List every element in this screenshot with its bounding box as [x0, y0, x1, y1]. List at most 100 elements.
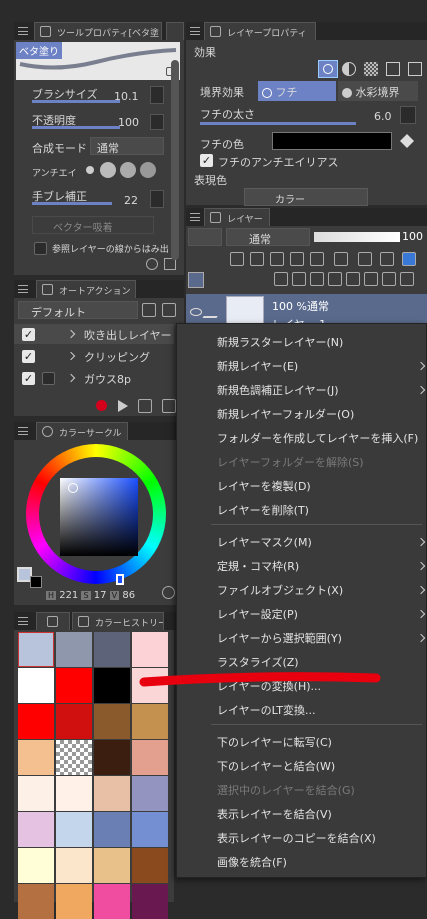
action-dialog-checkbox[interactable] [42, 372, 55, 385]
color-swatch[interactable] [132, 632, 168, 667]
reset-icon[interactable] [146, 258, 158, 270]
action-row[interactable]: ✓ 吹き出しレイヤー [14, 324, 174, 344]
menu-item[interactable]: 定規・コマ枠(R) [217, 558, 299, 574]
tab-color-history[interactable]: カラーヒストリー [72, 612, 164, 630]
menu-item[interactable]: レイヤーを複製(D) [217, 478, 311, 494]
menu-icon[interactable] [190, 27, 200, 35]
palette-color-icon[interactable] [380, 252, 394, 266]
color-swatch[interactable] [94, 704, 130, 739]
border-antialias-checkbox[interactable]: ✓ [200, 154, 213, 167]
action-row[interactable]: ✓ クリッピング [14, 346, 174, 366]
layer-opacity-value[interactable]: 100 [402, 230, 423, 243]
menu-icon[interactable] [190, 213, 200, 221]
fuchi-button[interactable]: フチ [258, 81, 336, 101]
color-swatch[interactable] [94, 740, 130, 775]
layer-blend-select[interactable]: 通常 [226, 228, 310, 246]
menu-item[interactable]: レイヤーのLT変換... [217, 702, 316, 718]
screentone-icon[interactable] [364, 62, 378, 76]
color-swatch[interactable] [132, 740, 168, 775]
menu-item[interactable]: 下のレイヤーに転写(C) [217, 734, 332, 750]
tab-sub-tool-detail[interactable] [166, 22, 184, 40]
layer-color-select[interactable] [188, 228, 222, 246]
menu-item[interactable]: レイヤーを削除(T) [217, 502, 309, 518]
menu-item[interactable]: 表示レイヤーを結合(V) [217, 806, 332, 822]
hand-correct-value[interactable]: 22 [124, 194, 138, 207]
menu-item[interactable]: 新規ラスターレイヤー(N) [217, 334, 343, 350]
action-enable-checkbox[interactable]: ✓ [22, 350, 35, 363]
action-row[interactable]: ✓ ガウス8p [14, 368, 174, 388]
tab-layer-property[interactable]: レイヤープロパティ [204, 22, 316, 40]
action-set-select[interactable]: デフォルト [18, 301, 138, 319]
color-swatch[interactable] [56, 848, 92, 883]
blend-mode-select[interactable]: 通常 [90, 137, 164, 155]
chevron-down-icon[interactable] [150, 190, 164, 208]
color-swatch[interactable] [18, 704, 54, 739]
chevron-right-icon[interactable] [66, 329, 76, 339]
trash-icon[interactable] [400, 272, 414, 286]
color-swatch[interactable] [56, 632, 92, 667]
opacity-slider[interactable] [32, 126, 120, 129]
color-swatch[interactable] [132, 848, 168, 883]
tab-tool-property[interactable]: ツールプロパティ[ベタ塗 [34, 22, 162, 40]
antialias-mid-icon[interactable] [120, 162, 136, 178]
expression-color-select[interactable]: カラー [244, 188, 368, 206]
watercolor-button[interactable]: 水彩境界 [338, 81, 418, 101]
menu-item[interactable]: 新規色調補正レイヤー(J) [217, 382, 339, 398]
brush-size-value[interactable]: 10.1 [114, 90, 139, 103]
color-swatch[interactable] [94, 776, 130, 811]
play-icon[interactable] [118, 400, 128, 412]
reference-layer-icon[interactable] [250, 252, 264, 266]
color-swatch[interactable] [94, 812, 130, 847]
chevron-right-icon[interactable] [66, 351, 76, 361]
thickness-slider[interactable] [200, 122, 356, 125]
opacity-value[interactable]: 100 [118, 116, 139, 129]
new-action-icon[interactable] [142, 303, 156, 317]
color-swatch[interactable] [132, 812, 168, 847]
antialias-strong-icon[interactable] [140, 162, 156, 178]
tab-auto-action[interactable]: オートアクション [36, 280, 136, 298]
tab-color-set[interactable] [36, 612, 70, 630]
chevron-down-icon[interactable] [400, 106, 416, 124]
color-swatch[interactable] [18, 632, 54, 667]
color-swatch[interactable] [18, 812, 54, 847]
vector-snap-button[interactable]: ベクター吸着 [32, 216, 154, 234]
menu-icon[interactable] [18, 427, 28, 435]
color-swatch[interactable] [56, 776, 92, 811]
play-circle-icon[interactable] [162, 586, 175, 599]
menu-icon[interactable] [18, 617, 28, 625]
new-vector-layer-icon[interactable] [292, 272, 306, 286]
menu-item[interactable]: 新規レイヤーフォルダー(O) [217, 406, 354, 422]
layer-list-toggle-icon[interactable] [188, 272, 204, 288]
color-swatch[interactable] [18, 776, 54, 811]
lock-alpha-icon[interactable] [310, 252, 324, 266]
color-swatch[interactable] [18, 848, 54, 883]
menu-item[interactable]: レイヤーから選択範囲(Y) [217, 630, 342, 646]
hand-correct-slider[interactable] [32, 202, 112, 205]
menu-item[interactable]: 画像を統合(F) [217, 854, 287, 870]
paint-bucket-icon[interactable] [400, 134, 414, 148]
tab-color-circle[interactable]: カラーサークル [36, 422, 128, 440]
menu-item[interactable]: レイヤー設定(P) [217, 606, 298, 622]
antialias-none-icon[interactable] [86, 166, 94, 174]
color-swatch[interactable] [132, 776, 168, 811]
menu-item[interactable]: レイヤーマスク(M) [217, 534, 312, 550]
scrollbar[interactable] [171, 60, 179, 260]
chevron-down-icon[interactable] [150, 86, 164, 104]
eye-icon[interactable] [190, 308, 202, 316]
transfer-down-icon[interactable] [328, 272, 342, 286]
border-color-swatch[interactable] [272, 132, 392, 150]
color-swatch[interactable] [56, 668, 92, 703]
apply-mask-icon[interactable] [382, 272, 396, 286]
antialias-weak-icon[interactable] [100, 162, 116, 178]
tone-effect-icon[interactable] [342, 62, 356, 76]
color-swatch[interactable] [18, 668, 54, 703]
border-effect-icon[interactable] [318, 60, 338, 78]
antialias-options[interactable] [80, 160, 164, 182]
color-swatch[interactable] [56, 740, 92, 775]
thickness-value[interactable]: 6.0 [374, 110, 392, 123]
chevron-right-icon[interactable] [66, 373, 76, 383]
record-icon[interactable] [96, 400, 107, 411]
clip-icon[interactable] [230, 252, 244, 266]
menu-item[interactable]: 下のレイヤーと結合(W) [217, 758, 335, 774]
new-raster-layer-icon[interactable] [274, 272, 288, 286]
